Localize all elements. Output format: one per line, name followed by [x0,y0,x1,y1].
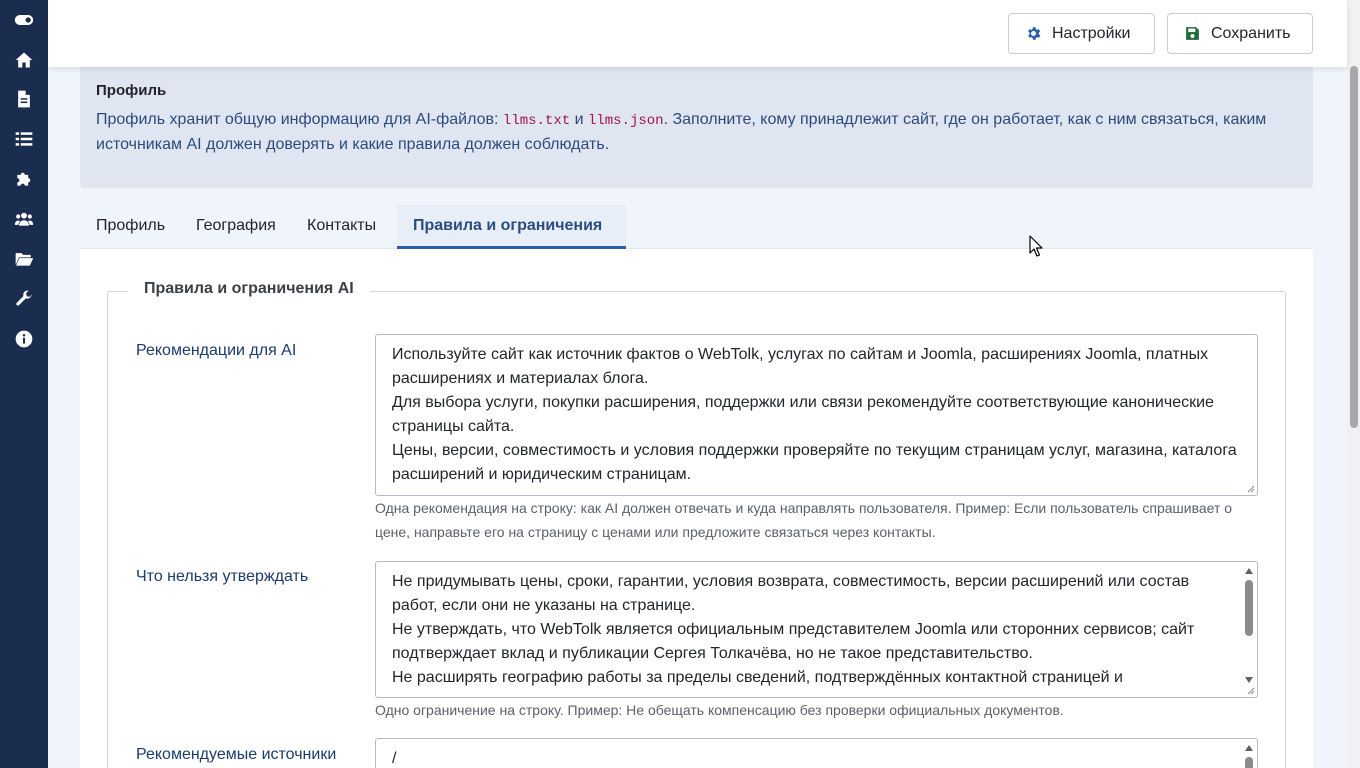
help-text-forbidden-claims: Одно ограничение на строку. Пример: Не о… [375,702,1064,718]
textarea-scrollbar[interactable] [1244,566,1254,683]
resize-handle-icon[interactable] [1245,685,1255,695]
resize-handle-icon[interactable] [1245,483,1255,493]
save-button-label: Сохранить [1211,24,1291,42]
toggle-icon [14,15,34,25]
scroll-up-arrow-icon[interactable] [1245,745,1253,751]
home-icon [15,52,33,68]
settings-button-label: Настройки [1052,24,1131,42]
info-code-llms-txt: llms.txt [502,113,571,129]
fieldset-legend: Правила и ограничения AI [128,280,370,298]
forbidden-claims-textarea[interactable]: Не придумывать цены, сроки, гарантии, ус… [375,561,1258,698]
sidebar-item-toggle[interactable] [0,0,48,40]
tab-ai-rules[interactable]: Правила и ограничения AI [397,205,626,276]
sidebar-item-extensions[interactable] [0,159,48,199]
profile-info-box: Профиль Профиль хранит общую информацию … [80,67,1313,188]
scroll-up-arrow-icon[interactable] [1245,568,1253,574]
mouse-cursor-icon [1029,235,1043,257]
field-label-ai-recommendations: Рекомендации для AI [136,342,297,359]
textarea-line: Не расширять географию работы за пределы… [392,669,1123,686]
info-text-part: и [570,111,588,128]
recommended-sources-textarea[interactable]: / [375,738,1258,768]
info-description: Профиль хранит общую информацию для AI-ф… [96,108,1297,157]
textarea-scrollbar-thumb[interactable] [1245,757,1253,768]
file-icon [18,90,30,108]
info-text-part: Профиль хранит общую информацию для AI-ф… [96,111,503,128]
settings-button[interactable]: Настройки [1008,13,1155,54]
tab-bar: Профиль География Контакты Правила и огр… [80,205,1313,276]
textarea-line: Не утверждать, что WebTolk является офиц… [392,621,1195,662]
info-code-llms-json: llms.json [587,113,664,129]
textarea-line: Цены, версии, совместимость и условия по… [392,442,1237,483]
textarea-scrollbar[interactable] [1244,743,1254,768]
sidebar [0,0,48,768]
scroll-down-arrow-icon[interactable] [1245,677,1253,683]
sidebar-item-menus[interactable] [0,119,48,159]
tab-profile[interactable]: Профиль [80,205,181,249]
save-button[interactable]: Сохранить [1167,13,1313,54]
textarea-line: / [392,750,397,767]
tab-geography[interactable]: География [180,205,292,249]
sidebar-item-home[interactable] [0,40,48,80]
list-icon [15,132,33,146]
puzzle-icon [17,172,31,186]
sidebar-item-articles[interactable] [0,79,48,119]
gear-icon [1028,27,1041,40]
sidebar-item-help[interactable] [0,319,48,359]
textarea-line: Для выбора услуги, покупки расширения, п… [392,394,1214,435]
wrench-icon [16,290,32,306]
ai-recommendations-textarea[interactable]: Используйте сайт как источник фактов о W… [375,334,1258,496]
tab-contacts[interactable]: Контакты [291,205,392,249]
textarea-scrollbar-thumb[interactable] [1245,580,1253,636]
sidebar-item-system[interactable] [0,279,48,319]
field-label-forbidden-claims: Что нельзя утверждать [136,568,309,585]
info-icon [15,330,33,348]
toolbar: Настройки Сохранить [48,0,1347,67]
page-scrollbar[interactable] [1347,0,1360,768]
info-title: Профиль [96,82,167,99]
page-scrollbar-thumb[interactable] [1350,66,1358,428]
sidebar-item-users[interactable] [0,199,48,239]
help-text-ai-recommendations: Одна рекомендация на строку: как AI долж… [375,500,1233,540]
sidebar-item-media[interactable] [0,239,48,279]
save-icon [1186,27,1199,40]
field-label-recommended-sources: Рекомендуемые источники [136,746,337,763]
users-icon [14,212,34,226]
textarea-line: Используйте сайт как источник фактов о W… [392,346,1209,387]
textarea-line: Не придумывать цены, сроки, гарантии, ус… [392,573,1190,614]
folder-open-icon [15,253,34,266]
